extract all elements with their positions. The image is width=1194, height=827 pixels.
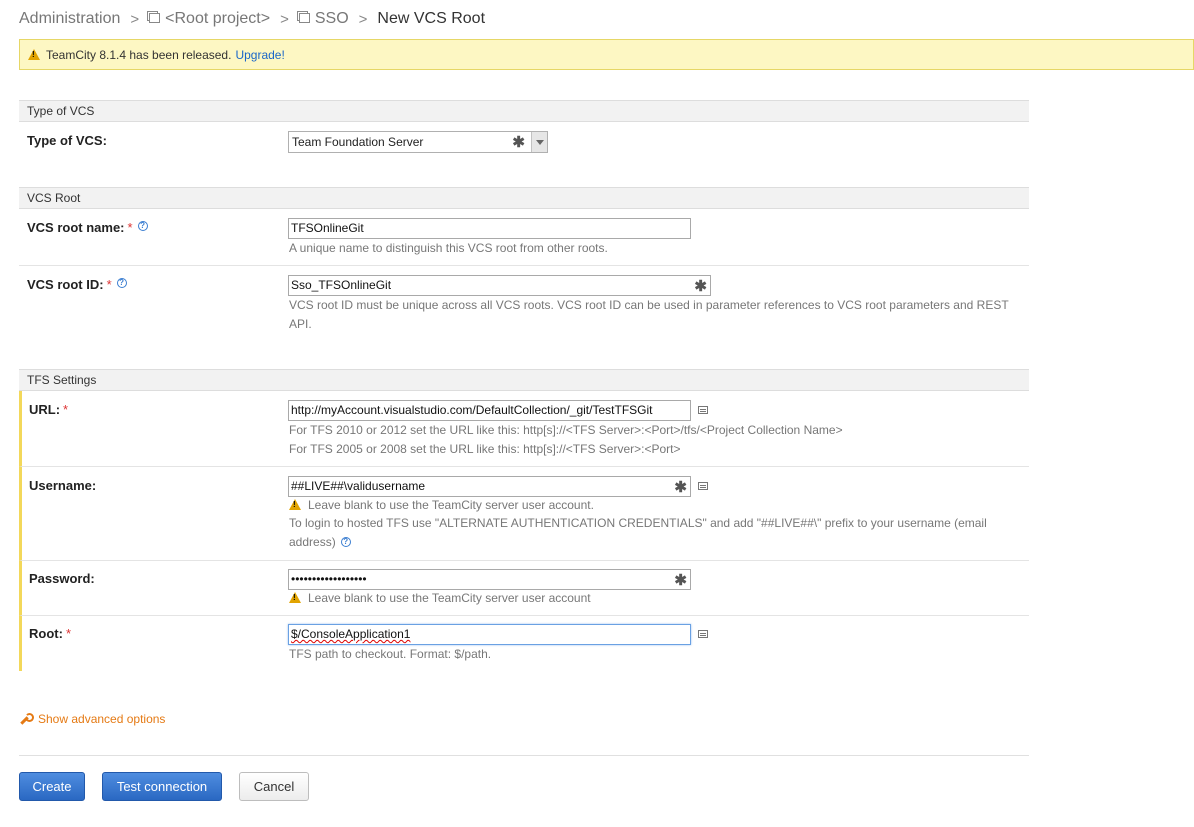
url-note-tfs2010: For TFS 2010 or 2012 set the URL like th… (289, 423, 843, 437)
row-vcs-root-name: VCS root name: *? TFSOnlineGit A unique n… (19, 209, 1029, 266)
warning-icon (289, 592, 301, 603)
asterisk-icon: ✱ (512, 134, 525, 151)
url-note-tfs2005: For TFS 2005 or 2008 set the URL like th… (289, 442, 681, 456)
section-tfs-settings: TFS Settings (19, 369, 1029, 391)
url-input[interactable]: http://myAccount.visualstudio.com/Defaul… (288, 400, 691, 421)
vcs-root-name-note: A unique name to distinguish this VCS ro… (289, 241, 608, 255)
project-icon (298, 13, 310, 23)
project-icon (149, 13, 161, 23)
banner-text: TeamCity 8.1.4 has been released. (46, 47, 232, 62)
list-icon[interactable] (698, 482, 708, 490)
vcs-type-select[interactable]: Team Foundation Server ✱ (288, 131, 548, 153)
vcs-root-id-note: VCS root ID must be unique across all VC… (289, 298, 1009, 331)
help-icon[interactable]: ? (137, 221, 148, 231)
asterisk-icon: ✱ (694, 278, 707, 295)
advanced-options-label: Show advanced options (38, 712, 166, 726)
row-vcs-root-id: VCS root ID: *? Sso_TFSOnlineGit ✱ VCS ro… (19, 266, 1029, 344)
list-icon[interactable] (698, 630, 708, 638)
breadcrumb-administration[interactable]: Administration (19, 10, 120, 28)
warning-icon (28, 49, 40, 60)
url-label: URL: * (29, 402, 69, 417)
warning-icon (289, 499, 301, 510)
root-label: Root: * (29, 626, 71, 641)
required-marker: * (106, 277, 112, 292)
row-root: Root: * $/ConsoleApplication1 TFS path to… (19, 616, 1029, 671)
section-vcs-root: VCS Root (19, 187, 1029, 209)
username-warning: Leave blank to use the TeamCity server u… (289, 496, 1029, 515)
upgrade-link[interactable]: Upgrade! (235, 48, 284, 62)
username-label: Username: (29, 478, 97, 493)
vcs-root-name-label: VCS root name: *? (27, 220, 148, 235)
password-warning: Leave blank to use the TeamCity server u… (289, 589, 1029, 608)
help-icon[interactable]: ? (116, 278, 127, 288)
upgrade-banner: TeamCity 8.1.4 has been released. Upgrad… (19, 39, 1194, 70)
breadcrumb: Administration > <Root project> > SSO > … (19, 8, 485, 30)
required-marker: * (63, 402, 69, 417)
chevron-right-icon: > (358, 10, 368, 28)
page-title: New VCS Root (377, 10, 486, 27)
breadcrumb-root-project[interactable]: <Root project> (165, 10, 270, 28)
username-note: To login to hosted TFS use "ALTERNATE AU… (289, 516, 987, 549)
chevron-right-icon: > (280, 10, 289, 28)
required-marker: * (65, 626, 71, 641)
vcs-root-id-label: VCS root ID: *? (27, 277, 127, 292)
vcs-root-id-input[interactable]: Sso_TFSOnlineGit ✱ (288, 275, 711, 296)
root-note: TFS path to checkout. Format: $/path. (289, 647, 492, 661)
wrench-icon (19, 713, 34, 725)
root-input[interactable]: $/ConsoleApplication1 (288, 624, 691, 645)
test-connection-button[interactable]: Test connection (102, 772, 222, 801)
chevron-down-icon[interactable] (531, 132, 547, 152)
asterisk-icon: ✱ (674, 572, 687, 589)
help-icon[interactable]: ? (340, 537, 351, 547)
breadcrumb-sso[interactable]: SSO (315, 10, 349, 28)
vcs-type-value: Team Foundation Server (292, 135, 424, 149)
create-button[interactable]: Create (19, 772, 85, 801)
divider (19, 755, 1029, 756)
cancel-button[interactable]: Cancel (239, 772, 309, 801)
chevron-right-icon: > (130, 10, 140, 28)
vcs-type-label: Type of VCS: (27, 133, 107, 148)
vcs-root-name-input[interactable]: TFSOnlineGit (288, 218, 691, 239)
row-url: URL: * http://myAccount.visualstudio.com/… (19, 391, 1029, 467)
row-password: Password: •••••••••••••••••• ✱ Leave bla… (19, 561, 1029, 616)
row-vcs-type: Type of VCS: Team Foundation Server ✱ (19, 122, 1029, 164)
username-input[interactable]: ##LIVE##\validusername ✱ (288, 476, 691, 497)
row-username: Username: ##LIVE##\validusername ✱ Leave… (19, 467, 1029, 561)
list-icon[interactable] (698, 406, 708, 414)
section-type-of-vcs: Type of VCS (19, 100, 1029, 122)
password-label: Password: (29, 571, 95, 586)
show-advanced-options-link[interactable]: Show advanced options (19, 712, 165, 726)
asterisk-icon: ✱ (674, 479, 687, 496)
password-input[interactable]: •••••••••••••••••• ✱ (288, 569, 691, 590)
required-marker: * (127, 220, 133, 235)
